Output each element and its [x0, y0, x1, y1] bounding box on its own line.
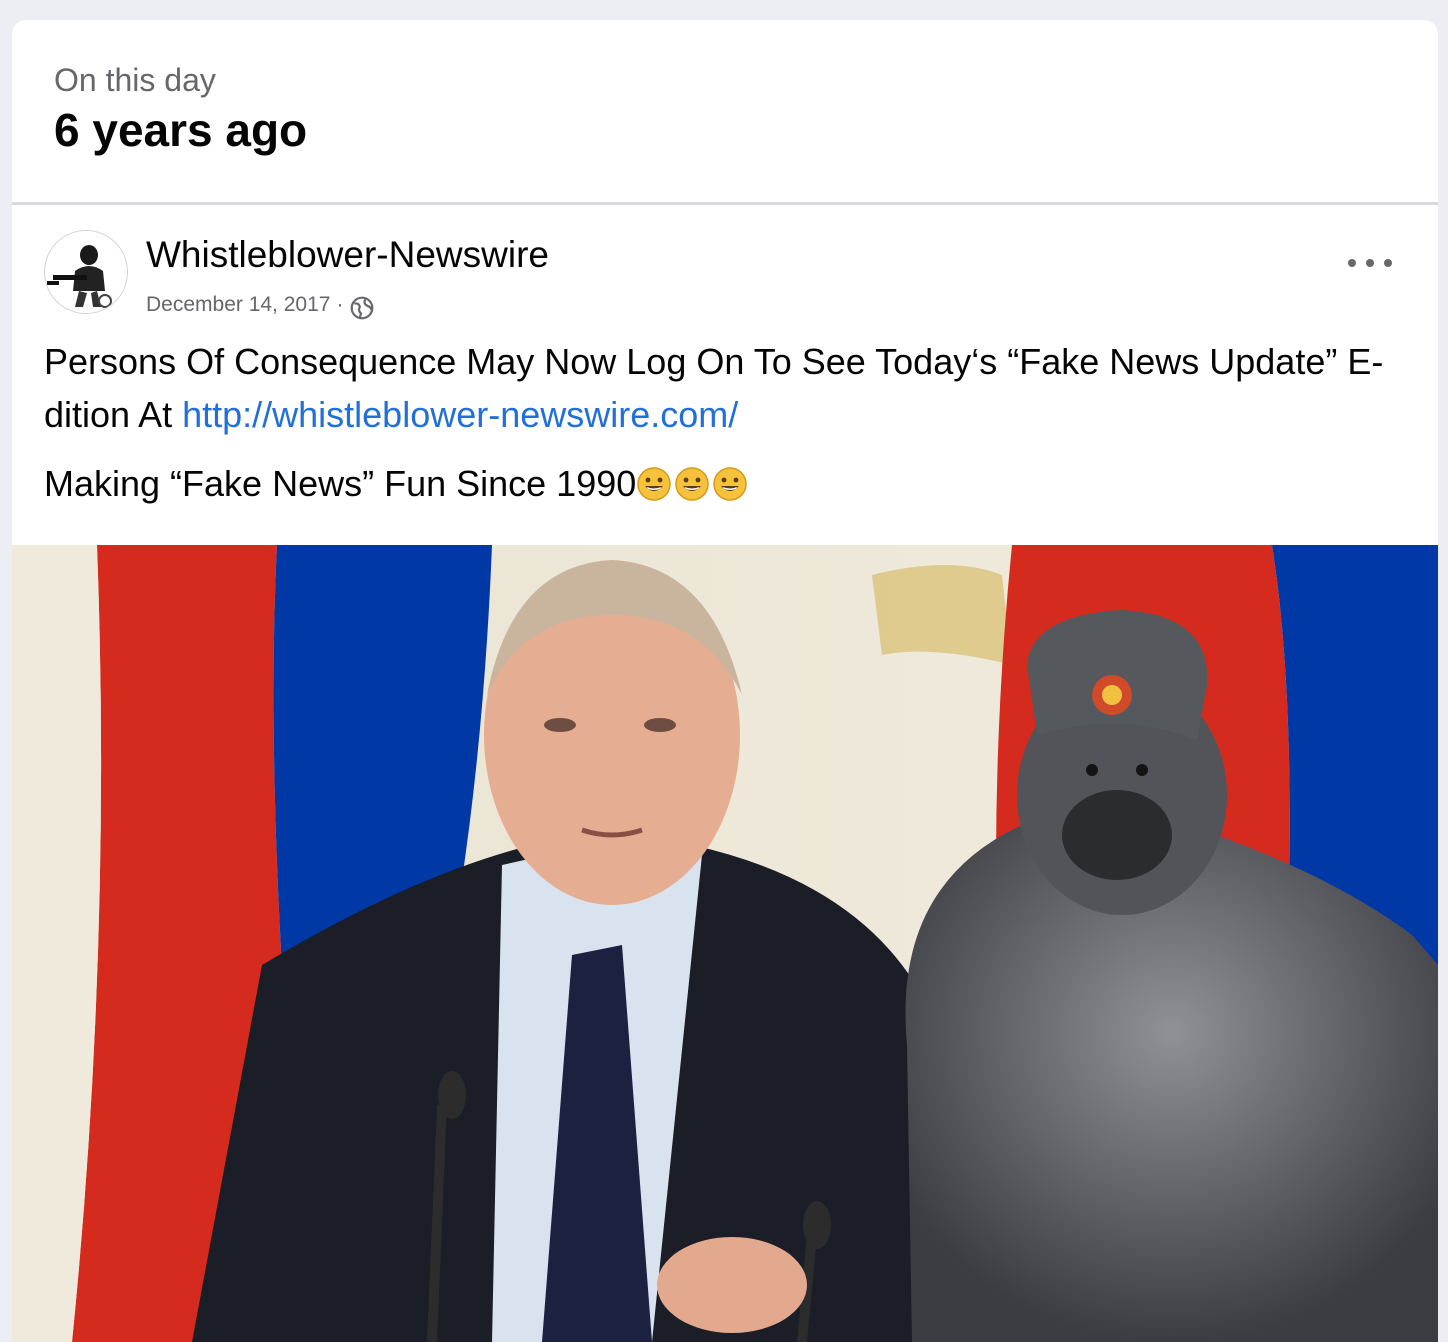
avatar[interactable]: [44, 230, 128, 314]
memory-label: On this day: [54, 62, 216, 98]
post-text-line2: Making “Fake News” Fun Since 1990: [44, 463, 637, 504]
globe-icon: [351, 296, 374, 320]
memory-title: 6 years ago: [54, 104, 308, 156]
post-paragraph-2: Making “Fake News” Fun Since 1990: [44, 457, 1398, 510]
post-paragraph-1: Persons Of Consequence May Now Log On To…: [44, 335, 1398, 441]
post-image: [12, 545, 1438, 1342]
emoji-group: [636, 466, 748, 502]
post-link[interactable]: http://whistleblower-newswire.com/: [182, 394, 738, 435]
meta-separator: ·: [336, 293, 344, 316]
post-meta: December 14, 2017 ·: [146, 289, 375, 321]
more-dot-icon: [1348, 259, 1356, 267]
post-date[interactable]: December 14, 2017: [146, 292, 330, 318]
memory-header: On this day 6 years ago: [12, 20, 1438, 202]
author-name[interactable]: Whistleblower-Newswire: [146, 233, 549, 277]
post-header: Whistleblower-Newswire December 14, 2017…: [12, 205, 1438, 323]
grinning-face-emoji-icon: [637, 467, 672, 501]
memory-card: On this day 6 years ago Whistleblower-Ne…: [12, 20, 1438, 1342]
post-photo[interactable]: [12, 545, 1438, 1342]
grinning-face-emoji-icon: [713, 467, 748, 501]
avatar-image: [45, 231, 127, 313]
post-body: Persons Of Consequence May Now Log On To…: [12, 323, 1438, 510]
more-options-button[interactable]: [1348, 253, 1392, 273]
grinning-face-emoji-icon: [675, 467, 710, 501]
more-dot-icon: [1384, 259, 1392, 267]
more-dot-icon: [1366, 259, 1374, 267]
